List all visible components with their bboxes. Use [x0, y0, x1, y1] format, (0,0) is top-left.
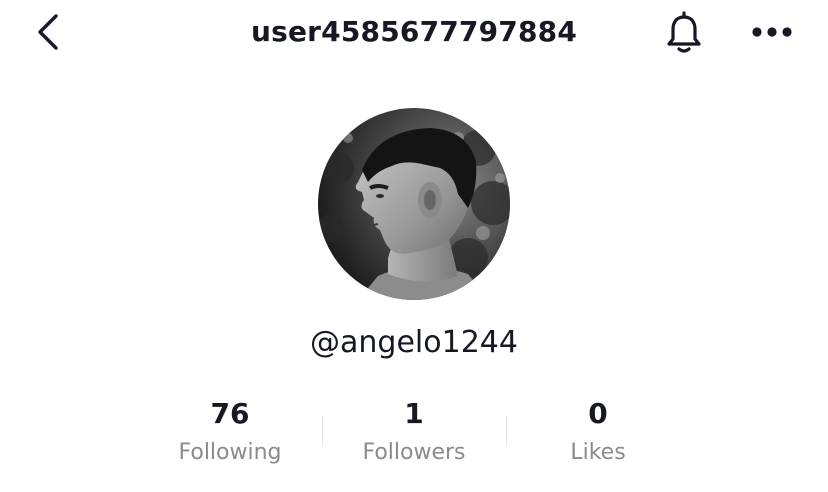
likes-count: 0: [588, 397, 608, 430]
bell-icon: [667, 11, 701, 53]
followers-count: 1: [404, 397, 424, 430]
following-count: 76: [210, 397, 250, 430]
profile-photo: [318, 108, 510, 300]
stat-following[interactable]: 76 Following: [138, 392, 322, 472]
following-label: Following: [178, 440, 282, 465]
more-options-button[interactable]: [748, 12, 796, 52]
username-handle: @angelo1244: [310, 325, 518, 360]
stat-followers[interactable]: 1 Followers: [322, 392, 506, 472]
followers-label: Followers: [362, 440, 466, 465]
stat-divider: [322, 416, 323, 446]
notifications-button[interactable]: [662, 10, 706, 54]
likes-label: Likes: [570, 440, 626, 465]
ellipsis-icon: [752, 27, 792, 37]
top-bar: user4585677797884: [0, 0, 828, 66]
stat-likes[interactable]: 0 Likes: [506, 392, 690, 472]
avatar[interactable]: [318, 108, 510, 300]
stat-divider: [506, 416, 507, 446]
profile-stats: 76 Following 1 Followers 0 Likes: [138, 392, 690, 472]
